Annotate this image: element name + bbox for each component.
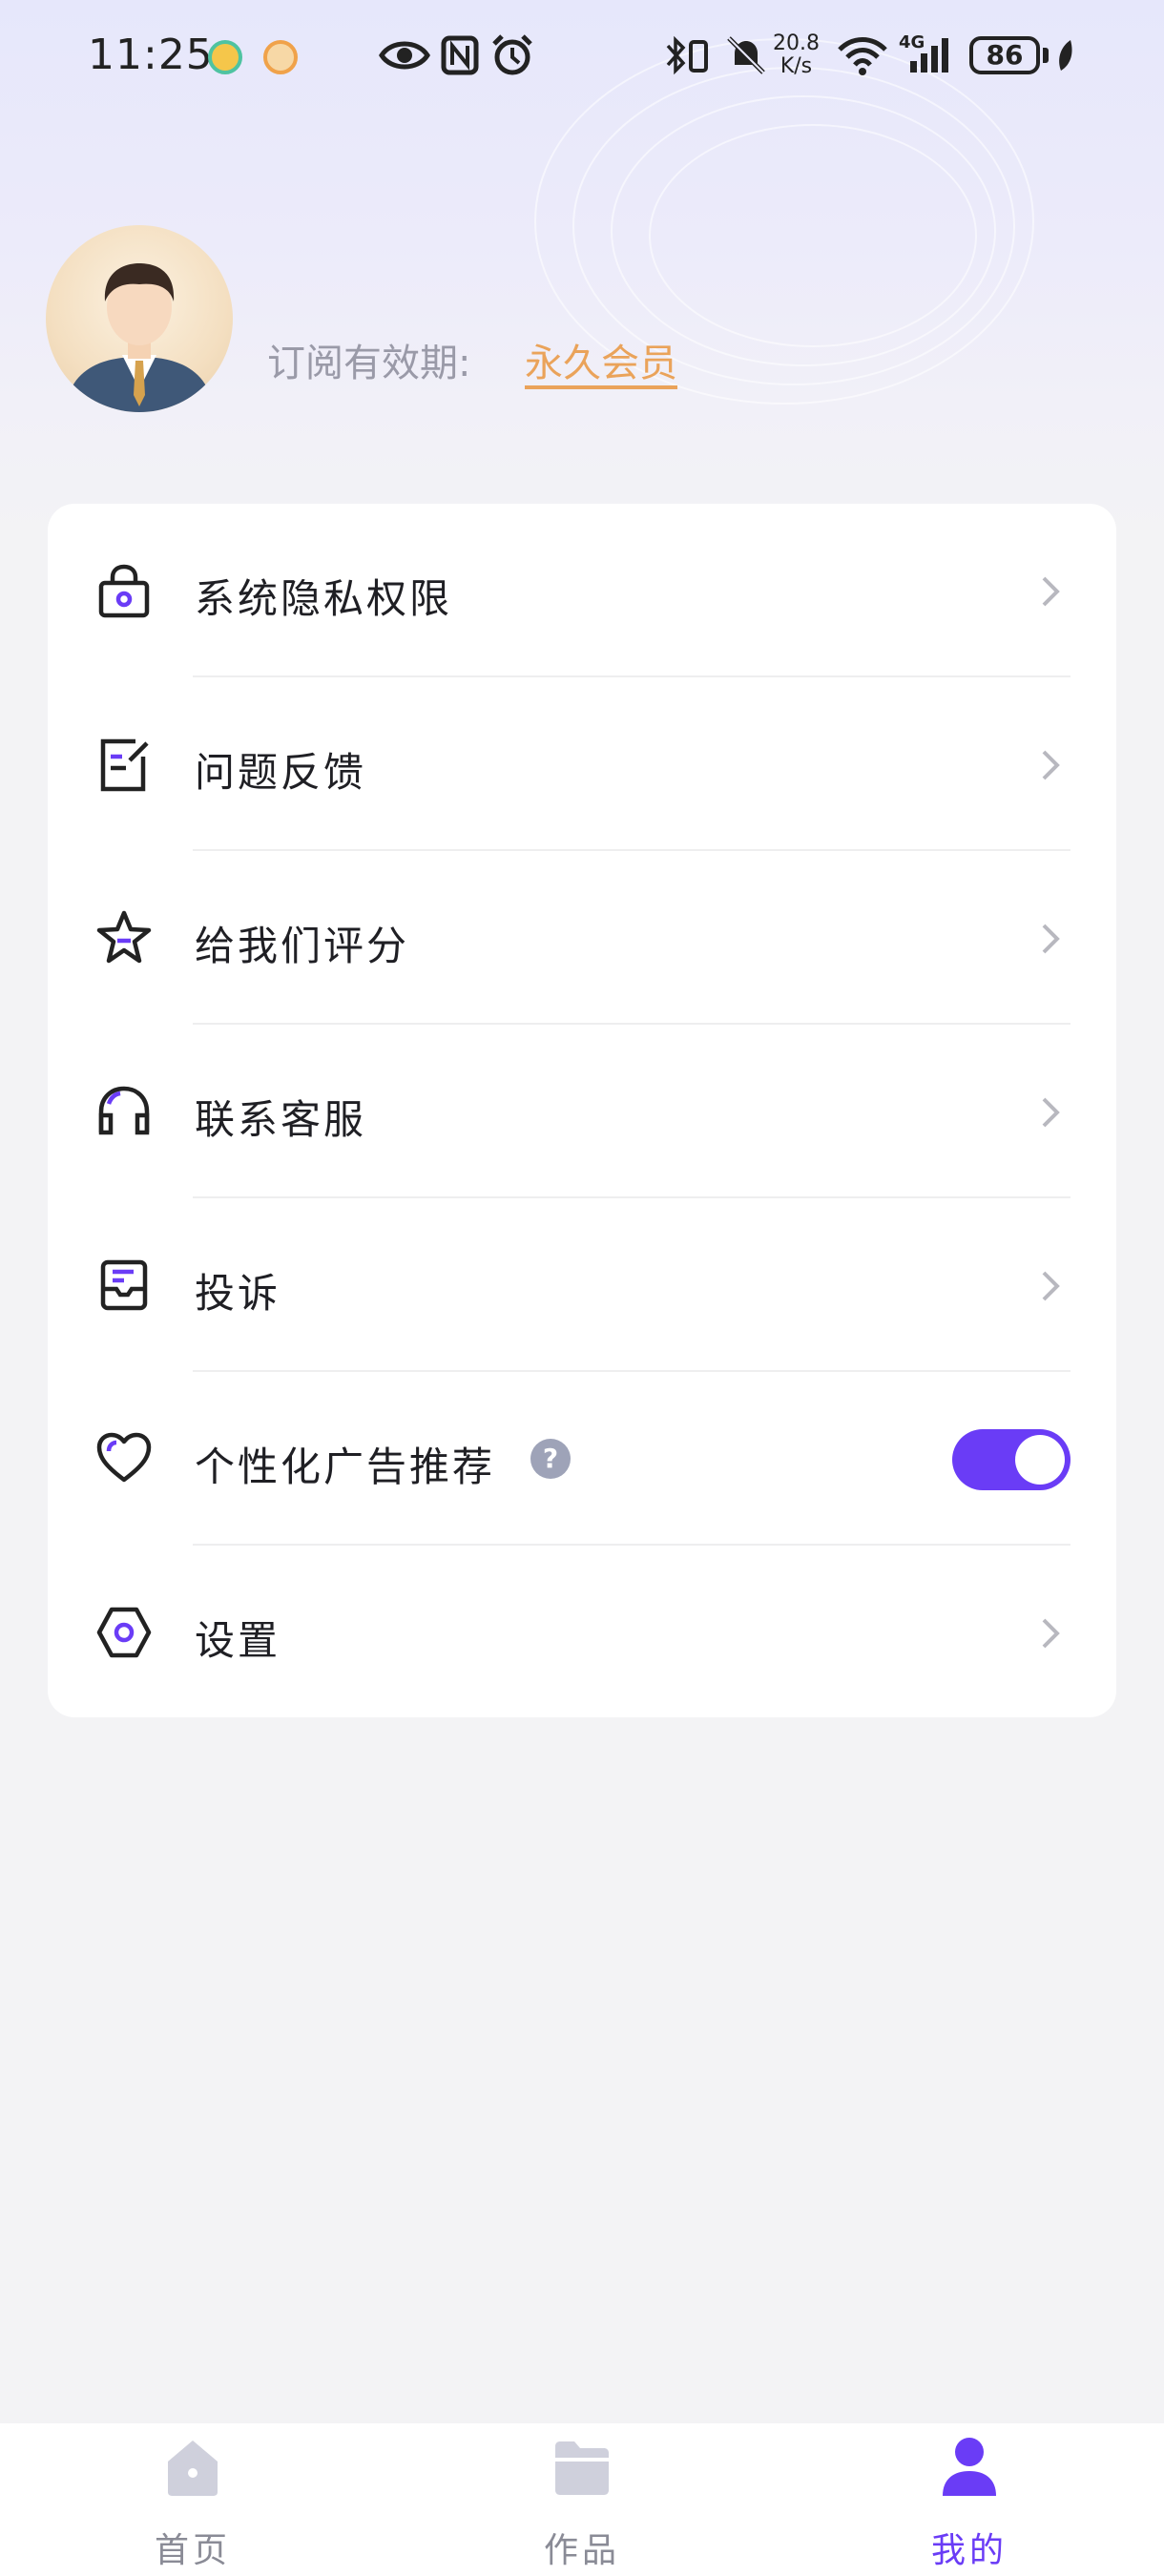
nav-label: 作品 bbox=[543, 2531, 620, 2570]
menu-item-settings[interactable]: 设置 bbox=[48, 1546, 1116, 1719]
menu-item-privacy[interactable]: 系统隐私权限 bbox=[48, 504, 1116, 677]
chevron-right-icon bbox=[1042, 750, 1060, 780]
menu-item-label: 给我们评分 bbox=[195, 923, 410, 969]
status-bar: 11:25 20.8 K/s 4G 86 bbox=[0, 0, 1164, 114]
chevron-right-icon bbox=[1042, 1271, 1060, 1301]
menu-item-personalized-ads: 个性化广告推荐 ? bbox=[48, 1372, 1116, 1546]
menu-item-customer-service[interactable]: 联系客服 bbox=[48, 1025, 1116, 1198]
nav-works[interactable]: 作品 bbox=[487, 2423, 677, 2576]
chevron-right-icon bbox=[1042, 924, 1060, 954]
signal-icon bbox=[910, 38, 948, 73]
menu-item-rate-us[interactable]: 给我们评分 bbox=[48, 851, 1116, 1025]
speed-unit: K/s bbox=[779, 54, 813, 78]
nfc-icon bbox=[441, 35, 479, 75]
lock-icon bbox=[98, 564, 150, 618]
avatar-image bbox=[65, 263, 214, 412]
folder-icon bbox=[555, 2441, 609, 2495]
app-notification-icon bbox=[263, 40, 298, 74]
app-notification-icon bbox=[208, 40, 242, 74]
battery-tip bbox=[1043, 48, 1049, 63]
chevron-right-icon bbox=[1042, 576, 1060, 607]
nav-home[interactable]: 首页 bbox=[97, 2423, 288, 2576]
avatar[interactable] bbox=[46, 225, 233, 412]
headset-icon bbox=[98, 1086, 150, 1135]
subscription-label: 订阅有效期: bbox=[267, 342, 471, 385]
menu-item-complaint[interactable]: 投诉 bbox=[48, 1198, 1116, 1372]
speed-value: 20.8 bbox=[773, 31, 820, 55]
chevron-right-icon bbox=[1042, 1618, 1060, 1649]
feedback-icon bbox=[100, 738, 149, 792]
menu-item-label: 投诉 bbox=[195, 1270, 281, 1317]
nav-label: 首页 bbox=[154, 2531, 231, 2570]
subscription-value[interactable]: 永久会员 bbox=[525, 332, 677, 387]
wifi-icon bbox=[838, 37, 887, 75]
bottom-navigation: 首页 作品 我的 bbox=[0, 2423, 1164, 2576]
menu-item-label: 设置 bbox=[195, 1617, 281, 1664]
eye-icon bbox=[379, 41, 430, 70]
toggle-knob bbox=[1015, 1435, 1065, 1485]
menu-item-label: 联系客服 bbox=[195, 1096, 367, 1143]
status-time: 11:25 bbox=[88, 31, 214, 79]
menu-item-feedback[interactable]: 问题反馈 bbox=[48, 677, 1116, 851]
settings-icon bbox=[96, 1607, 152, 1658]
menu-item-label: 个性化广告推荐 bbox=[195, 1444, 496, 1490]
leaf-icon bbox=[1059, 40, 1072, 71]
heart-icon bbox=[96, 1432, 152, 1483]
alarm-icon bbox=[492, 34, 532, 75]
complaint-icon bbox=[100, 1259, 148, 1311]
battery-indicator: 86 bbox=[969, 36, 1040, 74]
bluetooth-vibrate-icon bbox=[666, 35, 708, 75]
nav-label: 我的 bbox=[930, 2531, 1008, 2570]
personalized-ads-toggle[interactable] bbox=[952, 1429, 1070, 1490]
help-icon[interactable]: ? bbox=[530, 1439, 571, 1479]
star-icon bbox=[96, 910, 152, 964]
mute-bell-icon bbox=[727, 36, 765, 74]
menu-item-label: 系统隐私权限 bbox=[195, 575, 453, 622]
user-icon bbox=[943, 2438, 996, 2496]
menu-item-label: 问题反馈 bbox=[195, 749, 367, 796]
menu-card: 系统隐私权限 问题反馈 给我们评分 联系客服 投诉 个性化广告推荐 ? 设置 bbox=[48, 504, 1116, 1717]
chevron-right-icon bbox=[1042, 1097, 1060, 1128]
nav-mine[interactable]: 我的 bbox=[874, 2423, 1065, 2576]
home-icon bbox=[168, 2441, 218, 2496]
network-speed: 20.8 K/s bbox=[773, 32, 820, 78]
